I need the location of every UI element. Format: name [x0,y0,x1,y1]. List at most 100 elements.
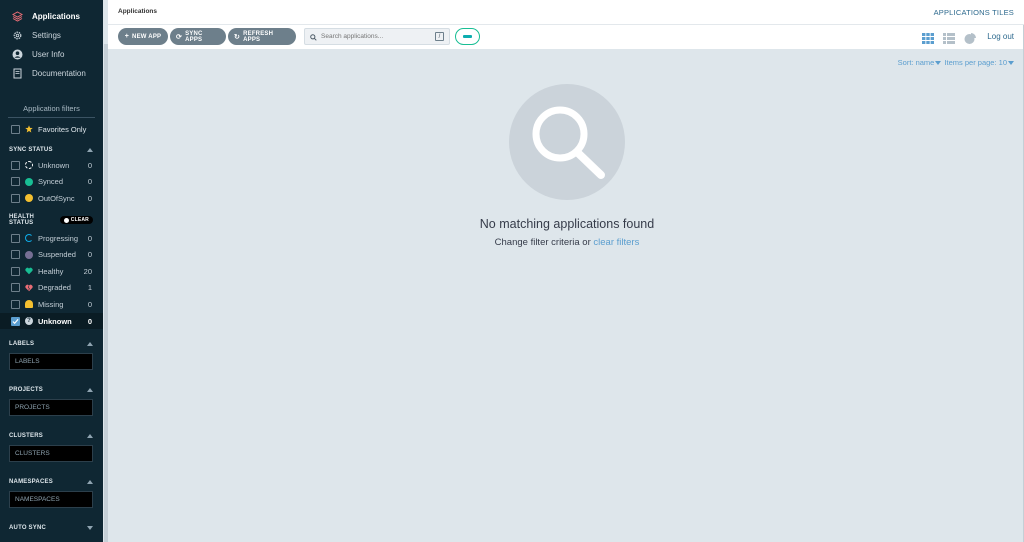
filter-checkbox[interactable] [11,266,20,276]
filter-row[interactable]: Unknown 0 [0,157,103,174]
view-label: APPLICATIONS TILES [933,8,1014,17]
refresh-icon: ↻ [234,33,241,41]
labels-input[interactable]: LABELS [9,353,93,371]
plus-icon: + [124,33,130,40]
question-circle-icon: ? [25,317,33,326]
section-title: NAMESPACES [9,478,53,485]
filter-checkbox[interactable] [11,250,20,260]
clusters-header[interactable]: CLUSTERS [0,428,103,443]
health-status-section: HEALTH STATUS CLEAR Progressing 0 Suspen… [0,213,103,330]
tiles-view-icon[interactable] [922,31,934,44]
filter-label: OutOfSync [38,193,75,203]
health-status-header[interactable]: HEALTH STATUS CLEAR [0,213,103,228]
filter-row[interactable]: Synced 0 [0,174,103,191]
heart-broken-icon [25,284,33,292]
caret-up-icon [87,479,93,484]
refresh-apps-button[interactable]: ↻ REFRESH APPS [228,28,296,45]
favorites-label: Favorites Only [38,124,87,134]
namespaces-header[interactable]: NAMESPACES [0,474,103,489]
section-title: CLUSTERS [9,432,43,439]
nav-label: Documentation [32,69,86,78]
namespaces-input[interactable]: NAMESPACES [9,491,93,509]
filter-checkbox[interactable] [11,316,20,326]
filter-row[interactable]: Progressing 0 [0,230,103,247]
button-label: NEW APP [132,33,162,40]
sync-apps-button[interactable]: ⟳ SYNC APPS [170,28,226,45]
filter-count: 0 [87,250,92,260]
section-title: SYNC STATUS [9,146,53,153]
favorites-filter[interactable]: Favorites Only [0,120,103,138]
per-page-dropdown[interactable]: Items per page: 10 [944,58,1015,67]
list-view-icon[interactable] [943,31,955,44]
favorites-checkbox[interactable] [11,124,20,134]
pause-circle-icon [25,250,33,259]
filter-count: 0 [87,299,92,309]
filter-row[interactable]: OutOfSync 0 [0,190,103,207]
empty-state-graphic [509,84,625,200]
caret-up-icon [87,147,93,152]
section-title: PROJECTS [9,386,43,393]
filter-count: 1 [87,283,92,293]
top-bar: Applications APPLICATIONS TILES [108,0,1024,25]
pie-chart-icon[interactable] [964,31,976,44]
minus-icon [463,35,472,38]
filter-count: 0 [87,316,92,326]
labels-section: LABELS LABELS [0,336,103,371]
nav-item-documentation[interactable]: Documentation [0,64,103,83]
filter-checkbox[interactable] [11,193,20,203]
empty-state-subtitle: Change filter criteria or clear filters [408,237,726,248]
arrow-circle-icon [25,194,33,203]
filters-title: Application filters [8,104,95,118]
caret-up-icon [87,433,93,438]
projects-section: PROJECTS PROJECTS [0,382,103,417]
caret-up-icon [87,341,93,346]
filter-label: Unknown [38,316,72,326]
filter-count: 0 [87,193,92,203]
clear-health-button[interactable]: CLEAR [59,216,93,225]
nav-item-applications[interactable]: Applications [0,7,103,26]
logout-link[interactable]: Log out [987,32,1014,41]
sort-dropdown[interactable]: Sort: name [898,58,943,67]
projects-input[interactable]: PROJECTS [9,399,93,417]
filter-toggle-button[interactable] [455,28,480,45]
filter-label: Synced [38,177,64,187]
progress-circle-icon [25,234,33,243]
filter-checkbox[interactable] [11,177,20,187]
filter-row[interactable]: Suspended 0 [0,246,103,263]
section-title: LABELS [9,340,35,347]
new-app-button[interactable]: + NEW APP [118,28,168,45]
nav-item-settings[interactable]: Settings [0,26,103,45]
search-shortcut: / [435,32,444,41]
sidebar-nav: Applications Settings User Info Document… [0,0,103,83]
projects-header[interactable]: PROJECTS [0,382,103,397]
filter-checkbox[interactable] [11,299,20,309]
filter-row[interactable]: Degraded 1 [0,280,103,297]
namespaces-section: NAMESPACES NAMESPACES [0,474,103,509]
clear-filters-link[interactable]: clear filters [593,237,639,248]
filter-label: Suspended [38,250,76,260]
search-box[interactable]: / [304,28,450,45]
labels-header[interactable]: LABELS [0,336,103,351]
filter-checkbox[interactable] [11,283,20,293]
filter-row[interactable]: Missing 0 [0,296,103,313]
search-icon [310,28,317,46]
sort-bar: Sort: name Items per page: 10 [898,58,1015,67]
button-label: REFRESH APPS [243,30,274,43]
filter-checkbox[interactable] [11,233,20,243]
filter-label: Unknown [38,160,70,170]
filter-checkbox[interactable] [11,160,20,170]
filter-row-selected[interactable]: ? Unknown 0 [0,312,103,330]
nav-label: Settings [32,31,61,40]
auto-sync-header[interactable]: AUTO SYNC [0,520,103,535]
clusters-section: CLUSTERS CLUSTERS [0,428,103,463]
sync-status-header[interactable]: SYNC STATUS [0,142,103,157]
search-input[interactable] [321,33,435,40]
filter-label: Missing [38,299,64,309]
sidebar-scrollbar[interactable] [104,44,108,542]
sync-icon: ⟳ [176,33,183,41]
clusters-input[interactable]: CLUSTERS [9,445,93,463]
nav-item-user-info[interactable]: User Info [0,45,103,64]
filter-row[interactable]: Healthy 20 [0,263,103,280]
sort-label: Sort: name [897,58,935,67]
per-page-label: Items per page: 10 [944,58,1007,67]
